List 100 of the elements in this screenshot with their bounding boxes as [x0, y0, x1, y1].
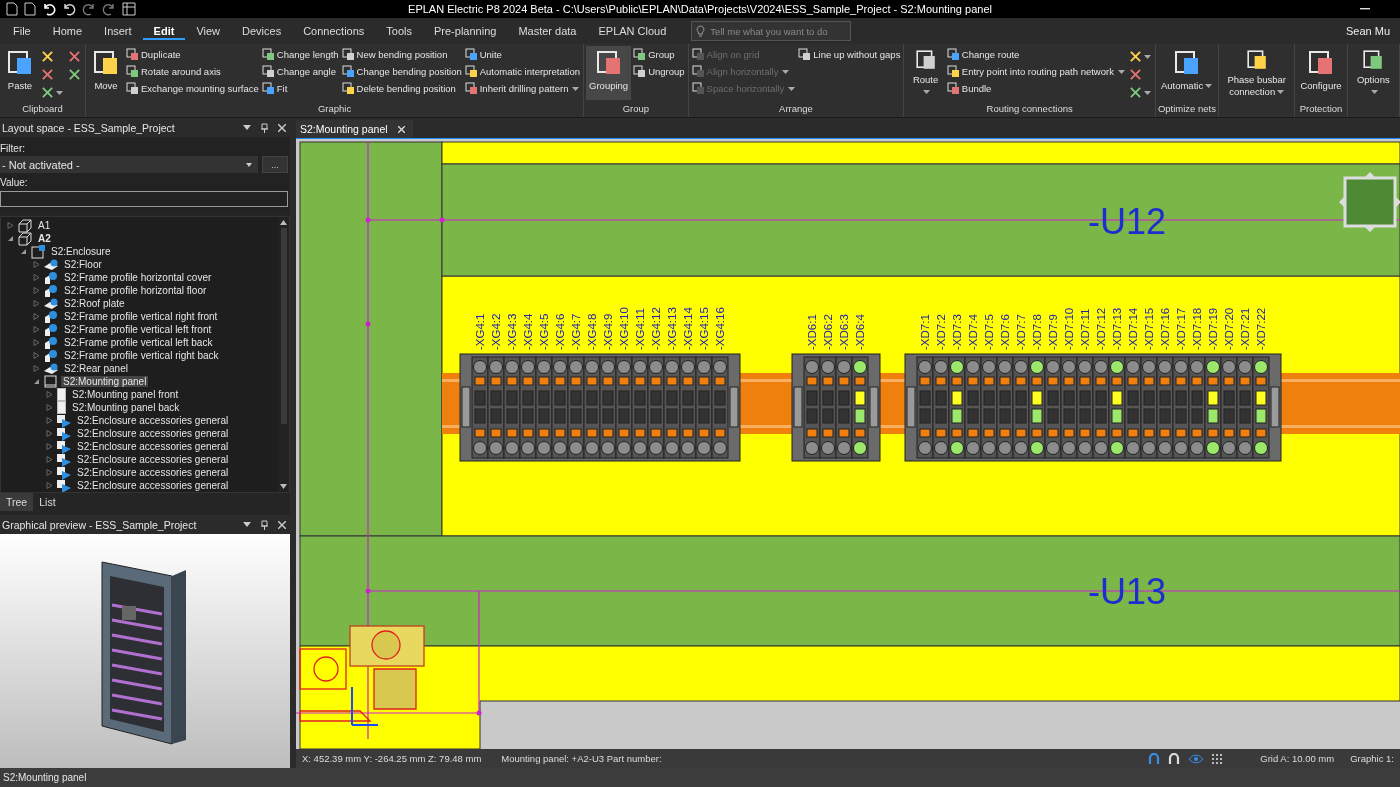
undo-icon[interactable]: [62, 2, 76, 16]
menu-tab[interactable]: Pre-planning: [423, 22, 508, 40]
arrow-up-icon[interactable]: [280, 220, 287, 225]
expander-icon[interactable]: [33, 261, 40, 268]
tree-item[interactable]: S2:Enclosure accessories general: [75, 454, 231, 465]
filter-dropdown[interactable]: - Not activated -: [0, 156, 258, 173]
terminal[interactable]: [583, 356, 601, 459]
close-icon[interactable]: [397, 125, 405, 133]
terminal[interactable]: [567, 356, 585, 459]
terminal[interactable]: [1076, 356, 1094, 459]
ribbon-button[interactable]: Duplicate: [125, 46, 260, 63]
tree-item[interactable]: S2:Frame profile horizontal floor: [62, 285, 209, 296]
more-button[interactable]: ...: [262, 156, 288, 173]
dropdown-icon[interactable]: [243, 125, 251, 130]
tree-item[interactable]: S2:Frame profile vertical left front: [62, 324, 214, 335]
terminal[interactable]: [964, 356, 982, 459]
ribbon-button[interactable]: Automatic: [1157, 46, 1216, 100]
tree-item[interactable]: S2:Enclosure: [49, 246, 113, 257]
expander-icon[interactable]: [46, 443, 53, 450]
close-icon[interactable]: [278, 520, 286, 529]
terminal[interactable]: [996, 356, 1014, 459]
expander-icon[interactable]: [46, 391, 53, 398]
undo-icon[interactable]: [42, 2, 56, 16]
ribbon-button[interactable]: Phase busbar connection: [1221, 46, 1293, 100]
document-icon[interactable]: [24, 2, 36, 16]
menu-tab[interactable]: EPLAN Cloud: [587, 22, 678, 40]
tree-item[interactable]: S2:Mounting panel front: [70, 389, 181, 400]
terminal[interactable]: [631, 356, 649, 459]
expander-icon[interactable]: [46, 430, 53, 437]
terminal[interactable]: [679, 356, 697, 459]
user-name[interactable]: Sean Mu: [1345, 25, 1390, 37]
terminal[interactable]: [487, 356, 505, 459]
tree-item[interactable]: S2:Enclosure accessories general: [75, 441, 231, 452]
expander-icon[interactable]: [46, 469, 53, 476]
expander-icon[interactable]: [33, 326, 40, 333]
ribbon-button[interactable]: Exchange mounting surface: [125, 80, 260, 97]
expander-icon[interactable]: [20, 248, 27, 255]
ribbon-button[interactable]: Paste: [2, 46, 38, 100]
value-field[interactable]: [0, 191, 288, 207]
tree-item[interactable]: S2:Frame profile vertical left back: [62, 337, 215, 348]
ribbon-button[interactable]: Entry point into routing path network: [945, 63, 1126, 80]
expander-icon[interactable]: [33, 365, 40, 372]
terminal[interactable]: [1044, 356, 1062, 459]
menu-tab[interactable]: File: [2, 22, 42, 40]
expander-icon[interactable]: [46, 456, 53, 463]
expander-icon[interactable]: [7, 235, 14, 242]
tree-item[interactable]: S2:Frame profile horizontal cover: [62, 272, 214, 283]
tree-item[interactable]: S2:Enclosure accessories general: [75, 428, 231, 439]
terminal[interactable]: [663, 356, 681, 459]
menu-tab[interactable]: Edit: [142, 22, 186, 40]
expander-icon[interactable]: [33, 300, 40, 307]
ribbon-button[interactable]: Grouping: [586, 46, 632, 100]
terminal[interactable]: [1028, 356, 1046, 459]
menu-tab[interactable]: Connections: [292, 22, 376, 40]
ribbon-button[interactable]: Change bending position: [340, 63, 463, 80]
document-tab[interactable]: S2:Mounting panel: [296, 120, 413, 138]
terminal[interactable]: [551, 356, 569, 459]
terminal[interactable]: [1156, 356, 1174, 459]
tree-item[interactable]: S2:Roof plate: [62, 298, 127, 309]
expander-icon[interactable]: [46, 417, 53, 424]
terminal[interactable]: [1092, 356, 1110, 459]
menu-tab[interactable]: Tools: [375, 22, 423, 40]
terminal[interactable]: [932, 356, 950, 459]
ribbon-button[interactable]: Options: [1349, 46, 1397, 100]
tool-button[interactable]: [66, 49, 83, 64]
tree-item[interactable]: S2:Frame profile vertical right back: [62, 350, 221, 361]
magnet-icon[interactable]: [1148, 752, 1161, 765]
terminal-strip[interactable]: [459, 353, 741, 462]
ribbon-button[interactable]: Configure: [1297, 46, 1345, 100]
terminal[interactable]: [916, 356, 934, 459]
cable-duct[interactable]: [441, 141, 1400, 165]
ribbon-button[interactable]: Ungroup: [632, 63, 686, 80]
document-icon[interactable]: [6, 2, 18, 16]
tool-button[interactable]: [66, 67, 83, 82]
ribbon-button[interactable]: New bending position: [340, 46, 463, 63]
ribbon-button[interactable]: Unite: [463, 46, 582, 63]
terminal[interactable]: [819, 356, 837, 459]
expander-icon[interactable]: [33, 339, 40, 346]
panel-tab[interactable]: List: [33, 493, 62, 511]
menu-tab[interactable]: Home: [41, 22, 94, 40]
ribbon-button[interactable]: Route: [906, 46, 945, 100]
menu-tab[interactable]: Master data: [507, 22, 588, 40]
ribbon-button[interactable]: Fit: [260, 80, 340, 97]
terminal[interactable]: [1140, 356, 1158, 459]
terminal-strip[interactable]: [904, 353, 1282, 462]
terminal[interactable]: [803, 356, 821, 459]
terminal[interactable]: [519, 356, 537, 459]
tree-item[interactable]: S2:Enclosure accessories general: [75, 415, 231, 426]
terminal[interactable]: [1060, 356, 1078, 459]
terminal[interactable]: [599, 356, 617, 459]
expander-icon[interactable]: [33, 378, 40, 385]
terminal[interactable]: [1204, 356, 1222, 459]
terminal[interactable]: [471, 356, 489, 459]
terminal[interactable]: [1252, 356, 1270, 459]
expander-icon[interactable]: [33, 274, 40, 281]
scrollbar[interactable]: [278, 217, 289, 492]
ribbon-button[interactable]: Rotate around axis: [125, 63, 260, 80]
ribbon-button[interactable]: Move: [88, 46, 124, 100]
terminal[interactable]: [711, 356, 729, 459]
eye-icon[interactable]: [1188, 753, 1205, 764]
